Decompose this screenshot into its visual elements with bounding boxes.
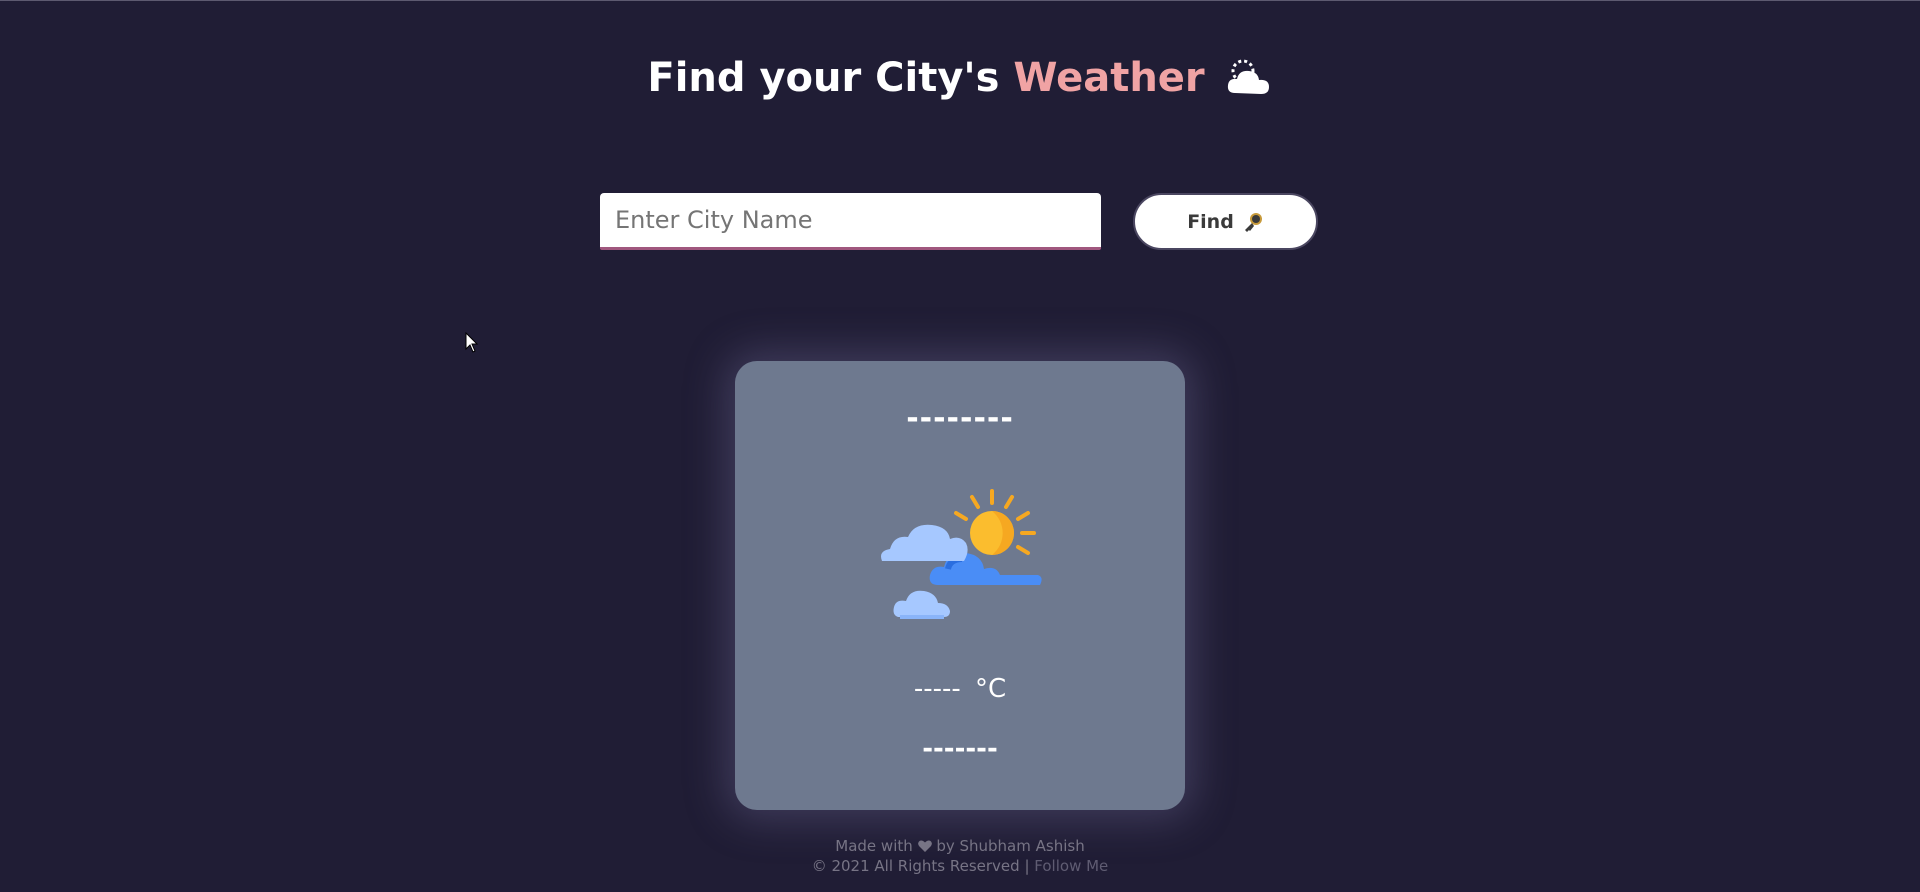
made-with-suffix: by Shubham Ashish (936, 837, 1085, 855)
heart-icon (917, 840, 932, 852)
made-with-line: Made with by Shubham Ashish (0, 836, 1920, 856)
follow-me-link[interactable]: Follow Me (1034, 857, 1108, 875)
title-text: Find your City's (647, 55, 1000, 101)
top-border (0, 0, 1920, 1)
temperature: ----- °C (735, 674, 1185, 704)
search-bar: Find (0, 193, 1920, 250)
mouse-cursor-icon (465, 332, 479, 353)
cloud-icon (1227, 59, 1269, 94)
made-with-prefix: Made with (835, 837, 913, 855)
weather-condition: ------- (922, 734, 998, 764)
city-name: -------- (906, 401, 1014, 436)
copyright-text: © 2021 All Rights Reserved | (811, 857, 1030, 875)
sun-behind-clouds-icon (881, 489, 1042, 619)
find-button[interactable]: Find (1133, 193, 1318, 250)
title-accent: Weather (1013, 55, 1205, 101)
key-icon (1244, 212, 1262, 232)
city-search-input[interactable] (600, 193, 1101, 250)
weather-card: -------- ----- °C ------- (735, 361, 1185, 810)
temperature-unit: °C (975, 674, 1007, 704)
temperature-value: ----- (913, 674, 961, 704)
page-title: Find your City's Weather (0, 55, 1920, 101)
find-button-label: Find (1187, 210, 1234, 233)
copyright-line: © 2021 All Rights Reserved | Follow Me (0, 856, 1920, 876)
footer: Made with by Shubham Ashish © 2021 All R… (0, 836, 1920, 876)
